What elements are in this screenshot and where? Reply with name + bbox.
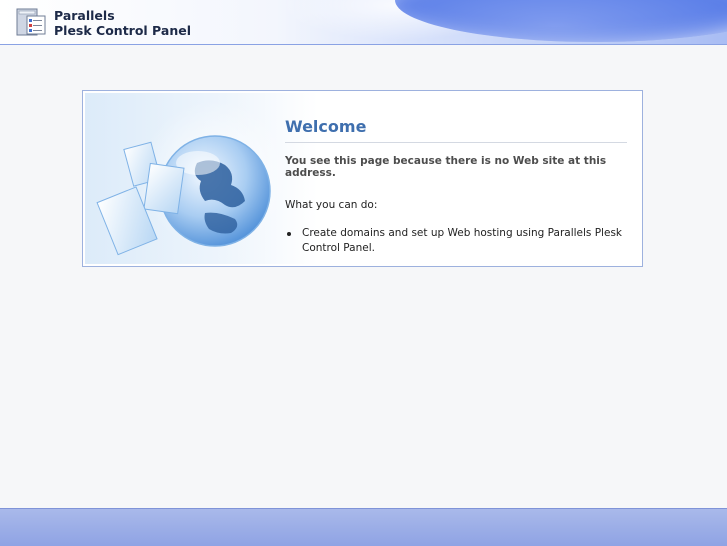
- welcome-panel: Welcome You see this page because there …: [82, 90, 643, 267]
- option-text: Create domains and set up Web hosting us…: [302, 227, 622, 254]
- welcome-panel-inner: Welcome You see this page because there …: [85, 93, 640, 264]
- header-bar: Parallels Plesk Control Panel: [0, 0, 727, 45]
- footer-bar: [0, 508, 727, 546]
- welcome-content: Welcome You see this page because there …: [285, 117, 627, 256]
- brand-line1: Parallels: [54, 8, 115, 23]
- brand-name: Parallels Plesk Control Panel: [54, 8, 191, 38]
- bullet-icon: [287, 232, 291, 236]
- options-list: Create domains and set up Web hosting us…: [285, 226, 627, 256]
- globe-documents-icon: [96, 100, 285, 256]
- what-you-can-do-label: What you can do:: [285, 199, 378, 211]
- brand-line2: Plesk Control Panel: [54, 23, 191, 38]
- list-item: Create domains and set up Web hosting us…: [285, 226, 622, 256]
- server-panel-icon: [16, 8, 46, 36]
- no-site-message: You see this page because there is no We…: [285, 155, 607, 179]
- page-title: Welcome: [285, 117, 627, 143]
